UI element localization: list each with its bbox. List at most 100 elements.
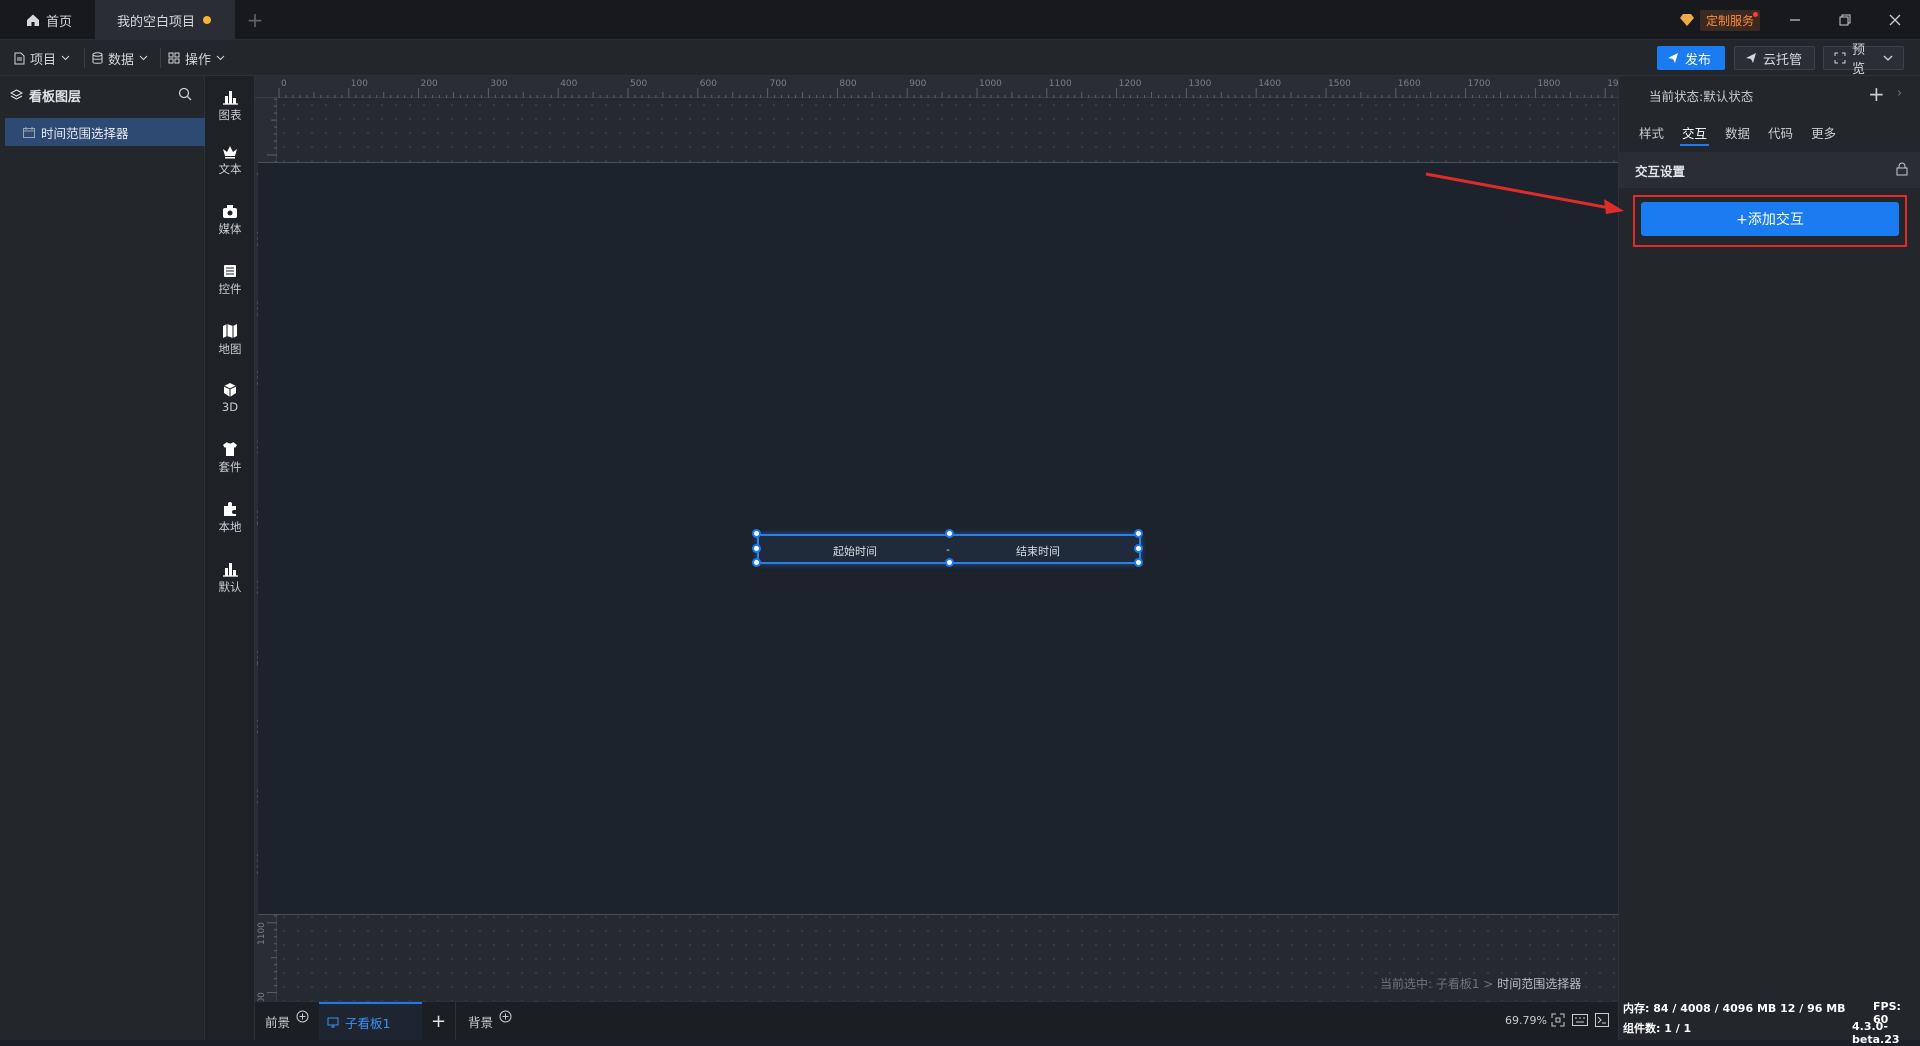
properties-panel: 当前状态: 默认状态 + › 样式 交互 数据 代码 更多 交互设置 +添加交互…: [1618, 76, 1920, 1046]
end-time-placeholder: 结束时间: [1016, 545, 1060, 558]
chevron-down-icon: [216, 55, 225, 61]
ruler-label: 1400: [1258, 79, 1282, 89]
component-suite[interactable]: 套件: [205, 430, 255, 486]
menu-bar: 项目 数据 操作 发布 云托管 预览: [0, 40, 1920, 77]
menu-data[interactable]: 数据: [86, 46, 154, 70]
tab-project[interactable]: 我的空白项目: [95, 0, 235, 40]
menu-separator: [84, 48, 85, 68]
text-icon: [221, 143, 239, 159]
add-tab-button[interactable]: +: [240, 0, 270, 40]
component-control[interactable]: 控件: [205, 252, 255, 308]
tab-interaction[interactable]: 交互: [1680, 114, 1710, 150]
layers-icon: [10, 88, 23, 102]
ruler-label: 500: [630, 79, 648, 89]
minimize-icon: [1790, 19, 1800, 21]
ruler-label: 1700: [1467, 79, 1491, 89]
time-range-picker-widget[interactable]: 起始时间 - 结束时间: [752, 529, 1143, 567]
add-circle-icon[interactable]: [499, 1010, 512, 1023]
property-tabs: 样式 交互 数据 代码 更多: [1619, 114, 1920, 150]
terminal-icon[interactable]: [1595, 1013, 1609, 1027]
ruler-top[interactable]: 0 100 200 300 400 500 600 700 800 900 1000 1100 1200…: [255, 76, 1618, 98]
map-icon: [221, 323, 239, 339]
chart-icon: [221, 89, 239, 105]
resize-handle[interactable]: [1134, 529, 1143, 538]
cube-icon: [221, 382, 239, 398]
add-state-button[interactable]: +: [1868, 82, 1885, 106]
tab-more[interactable]: 更多: [1811, 114, 1836, 150]
tab-foreground[interactable]: 前景: [265, 1002, 309, 1040]
lock-icon[interactable]: [1896, 162, 1908, 176]
resize-handle[interactable]: [752, 529, 761, 538]
close-button[interactable]: [1870, 0, 1920, 40]
component-local[interactable]: 本地: [205, 490, 255, 546]
layers-panel: 看板图层 时间范围选择器: [0, 76, 205, 1040]
ruler-label: 1000: [979, 79, 1002, 89]
title-bar: 首页 我的空白项目 + 定制服务: [0, 0, 1920, 40]
chevron-right-icon[interactable]: ›: [1897, 86, 1902, 101]
ruler-label: 1200: [257, 992, 267, 1001]
zoom-level[interactable]: 69.79%: [1505, 1014, 1547, 1027]
tab-data[interactable]: 数据: [1725, 114, 1750, 150]
publish-button[interactable]: 发布: [1657, 46, 1725, 70]
ruler-label: 0: [281, 79, 287, 89]
grid-icon: [168, 52, 180, 64]
minimize-button[interactable]: [1770, 0, 1820, 40]
fit-screen-icon[interactable]: [1551, 1013, 1565, 1027]
chart-icon: [221, 561, 239, 577]
puzzle-icon: [221, 501, 239, 517]
component-3d[interactable]: 3D: [205, 370, 255, 426]
ruler-label: 1200: [1118, 79, 1142, 89]
search-icon[interactable]: [178, 87, 192, 101]
component-default[interactable]: 默认: [205, 550, 255, 606]
keyboard-icon[interactable]: [1572, 1014, 1588, 1026]
tab-code[interactable]: 代码: [1768, 114, 1793, 150]
component-media[interactable]: 媒体: [205, 192, 255, 248]
add-interaction-button[interactable]: +添加交互: [1641, 202, 1899, 236]
layer-item[interactable]: 时间范围选择器: [5, 118, 205, 146]
resize-handle[interactable]: [945, 558, 954, 567]
menu-operate[interactable]: 操作: [162, 46, 231, 70]
diamond-icon: [1680, 14, 1694, 26]
selection-current: 时间范围选择器: [1497, 977, 1582, 991]
resize-handle[interactable]: [752, 558, 761, 567]
layers-header: 看板图层: [0, 76, 205, 114]
bottom-bar: 前景 子看板1 + 背景 69.79%: [255, 1001, 1618, 1040]
component-chart[interactable]: 图表: [205, 78, 255, 134]
add-circle-icon[interactable]: [296, 1010, 309, 1023]
file-icon: [14, 52, 25, 65]
calendar-icon: [23, 126, 35, 138]
chevron-down-icon: [61, 55, 70, 61]
memory-status: 内存: 84 / 4008 / 4096 MB 12 / 96 MB: [1623, 1002, 1846, 1015]
ruler-label: 300: [490, 79, 508, 89]
resize-handle[interactable]: [945, 529, 954, 538]
resize-handle[interactable]: [1134, 544, 1143, 553]
component-map[interactable]: 地图: [205, 312, 255, 368]
monitor-icon: [327, 1017, 339, 1028]
resize-handle[interactable]: [1134, 558, 1143, 567]
tab-background[interactable]: 背景: [455, 1002, 512, 1040]
interaction-settings-header: 交互设置: [1619, 152, 1920, 188]
version-label: 4.3.0-beta.23: [1852, 1020, 1900, 1046]
close-icon: [1889, 14, 1901, 26]
ruler-label: 400: [560, 79, 578, 89]
tab-style[interactable]: 样式: [1639, 114, 1664, 150]
preview-button[interactable]: 预览: [1823, 43, 1904, 77]
restore-button[interactable]: [1820, 0, 1870, 40]
component-text[interactable]: 文本: [205, 132, 255, 188]
tab-label: 首页: [46, 14, 73, 30]
control-icon: [221, 263, 239, 279]
menu-separator: [160, 48, 161, 68]
cloud-host-button[interactable]: 云托管: [1734, 46, 1815, 70]
ruler-label: 900: [909, 79, 927, 89]
custom-service-button[interactable]: 定制服务: [1680, 9, 1761, 31]
resize-handle[interactable]: [752, 544, 761, 553]
tab-subboard[interactable]: 子看板1: [319, 1002, 422, 1040]
add-board-button[interactable]: +: [426, 1002, 451, 1040]
custom-service-label: 定制服务: [1700, 9, 1761, 31]
start-time-placeholder: 起始时间: [833, 545, 877, 558]
component-bar: 图表 文本 媒体 控件 地图 3D 套件 本地 默认: [205, 76, 255, 1040]
menu-project[interactable]: 项目: [8, 46, 76, 70]
chevron-down-icon: [139, 55, 148, 61]
tab-home[interactable]: 首页: [0, 0, 95, 40]
send-icon: [1667, 52, 1679, 64]
